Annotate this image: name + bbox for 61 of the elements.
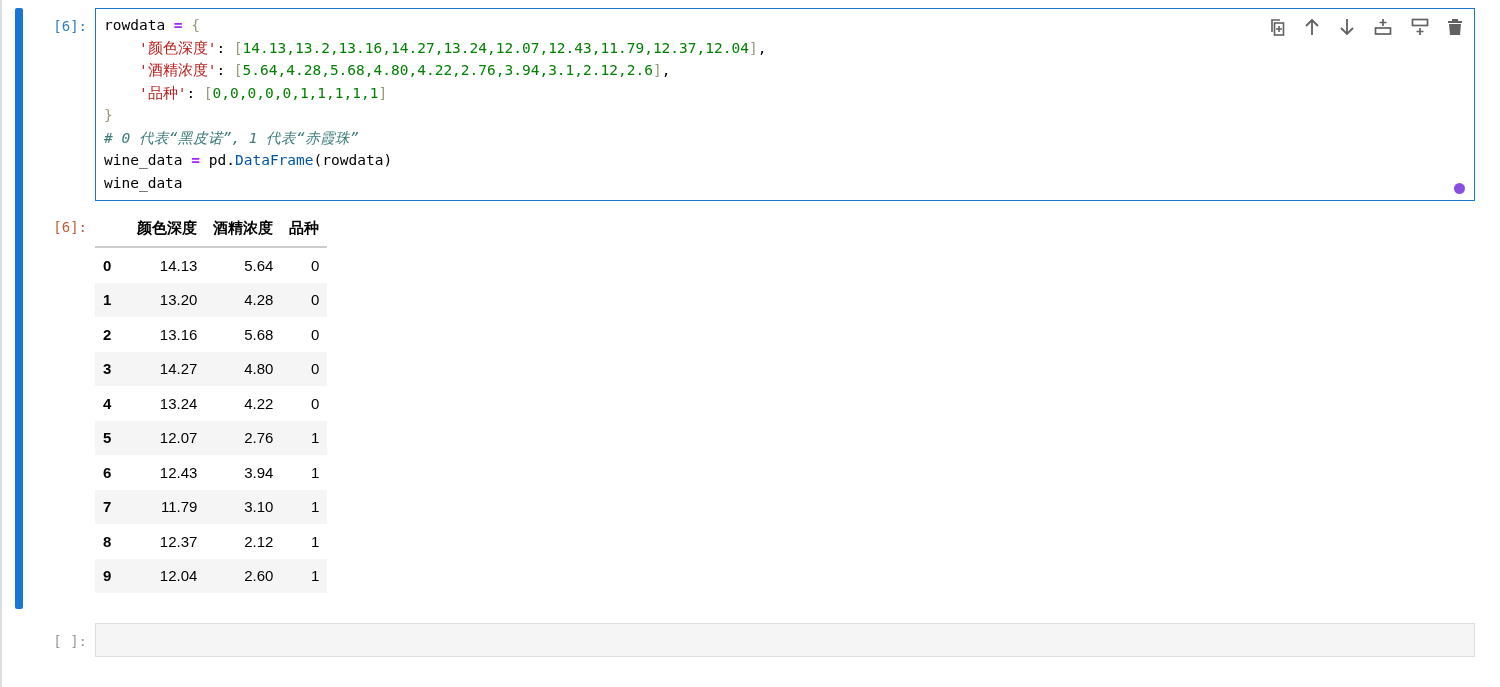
table-cell: 0 [281,351,328,386]
arrow-down-icon[interactable] [1339,18,1355,36]
table-cell: 14.13 [129,247,206,283]
duplicate-icon[interactable] [1269,18,1285,36]
table-cell: 12.07 [129,420,206,455]
code-editor[interactable] [95,8,1475,201]
table-cell: 3.94 [205,455,282,490]
code-line: # 0 代表“黑皮诺”, 1 代表“赤霞珠” [104,128,359,148]
table-cell: 1 [281,524,328,559]
column-header: 品种 [281,215,328,247]
column-header: 酒精浓度 [205,215,282,247]
table-cell: 12.37 [129,524,206,559]
arrow-up-icon[interactable] [1304,18,1320,36]
table-cell: 14.27 [129,351,206,386]
table-cell: 4.22 [205,386,282,421]
table-cell: 1 [281,558,328,593]
table-cell: 0 [281,247,328,283]
table-cell: 13.24 [129,386,206,421]
code-line: rowdata = { [104,16,201,35]
table-cell: 0 [281,386,328,421]
table-cell: 2.12 [205,524,282,559]
table-cell: 4.80 [205,351,282,386]
table-cell: 0 [281,282,328,317]
table-cell: 3.10 [205,489,282,524]
input-prompt: [6]: [52,17,88,34]
table-cell: 0 [281,317,328,352]
row-index: 0 [95,247,130,283]
table-cell: 11.79 [129,489,206,524]
table-cell: 12.43 [129,455,206,490]
table-cell: 5.68 [205,317,282,352]
insert-above-icon[interactable] [1374,18,1392,36]
table-cell: 1 [281,489,328,524]
table-cell: 2.60 [205,558,282,593]
output-prompt: [6]: [52,218,88,235]
table-cell: 12.04 [129,558,206,593]
row-index: 5 [95,420,130,455]
table-cell: 13.20 [129,282,206,317]
row-index: 6 [95,455,130,490]
code-line: '品种': [0,0,0,0,0,1,1,1,1,1] [137,83,388,103]
table-cell: 5.64 [205,247,282,283]
row-index: 7 [95,489,130,524]
code-line: '酒精浓度': [5.64,4.28,5.68,4.80,4.22,2.76,3.94,3.1,2.12,2.6], [137,61,671,80]
insert-below-icon[interactable] [1411,18,1429,36]
table-cell: 13.16 [129,317,206,352]
row-index: 2 [95,317,130,352]
code-line: } [104,106,113,125]
code-line: wine_data = pd.DataFrame(rowdata) [104,151,393,171]
table-cell: 4.28 [205,282,282,317]
table-cell: 1 [281,455,328,490]
row-index: 4 [95,386,130,421]
input-prompt: [ ]: [52,632,88,649]
table-cell: 1 [281,420,328,455]
row-index: 9 [95,558,130,593]
code-line: '颜色深度': [14.13,13.2,13.16,14.27,13.24,12.07,12.43,11.79,12.37,12.04], [137,38,767,58]
table-cell: 2.76 [205,420,282,455]
column-header: 颜色深度 [129,215,206,247]
row-index: 8 [95,524,130,559]
row-index: 3 [95,351,130,386]
code-line: wine_data [104,173,183,194]
trash-icon[interactable] [1448,18,1462,36]
row-index: 1 [95,282,130,317]
